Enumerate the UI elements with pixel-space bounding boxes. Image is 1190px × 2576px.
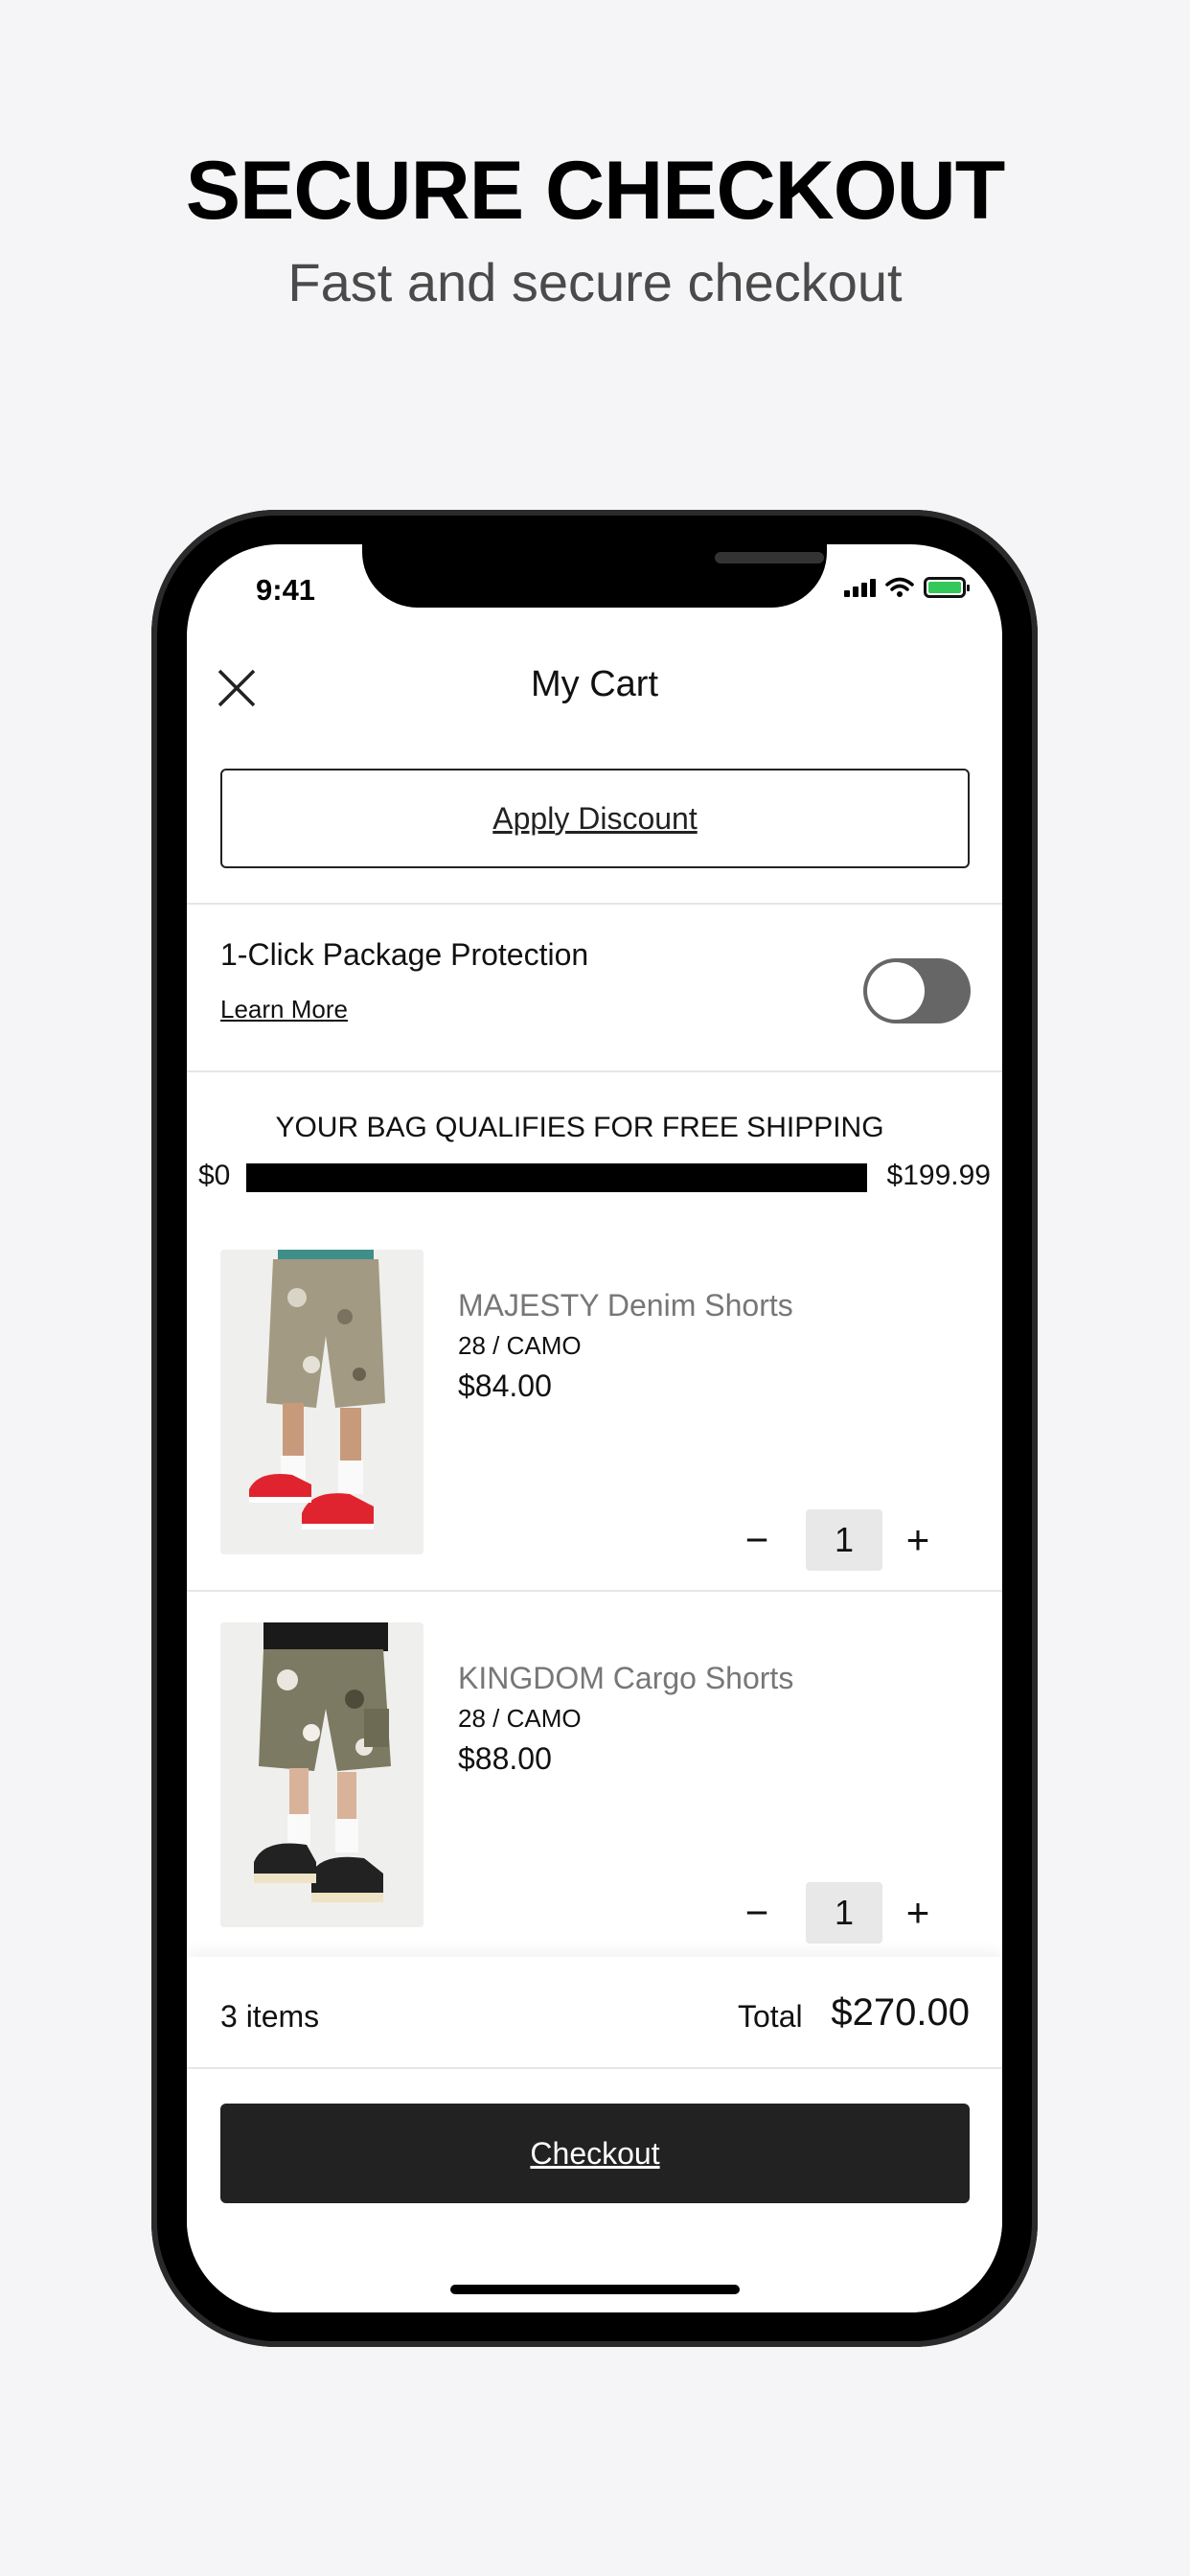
checkout-button[interactable]: Checkout	[220, 2104, 970, 2203]
items-count: 3 items	[220, 1999, 320, 2034]
item-variant: 28 / CAMO	[458, 1704, 582, 1733]
divider	[187, 903, 1002, 905]
toggle-knob	[867, 962, 925, 1020]
quantity-increase-button[interactable]: +	[894, 1516, 942, 1564]
wifi-icon	[885, 577, 914, 597]
shipping-progress-fill	[246, 1163, 867, 1192]
quantity-decrease-button[interactable]: −	[733, 1889, 781, 1937]
divider	[187, 1590, 1002, 1592]
hero-subtitle: Fast and secure checkout	[287, 252, 903, 312]
free-shipping-message: YOUR BAG QUALIFIES FOR FREE SHIPPING	[275, 1112, 884, 1143]
shipping-progress-bar	[246, 1163, 867, 1192]
phone-screen: 9:41 My Cart Apply Discount 1-Click Pack…	[187, 544, 1002, 2312]
product-image-kingdom-shorts[interactable]	[220, 1622, 423, 1927]
notch	[362, 544, 827, 608]
quantity-value: 1	[806, 1882, 882, 1944]
shipping-max-label: $199.99	[886, 1160, 991, 1191]
page-title: My Cart	[531, 664, 658, 704]
total-amount: $270.00	[831, 1991, 970, 2034]
hero-title: SECURE CHECKOUT	[185, 145, 1006, 237]
divider	[187, 2067, 1002, 2069]
quantity-increase-button[interactable]: +	[894, 1889, 942, 1937]
item-variant: 28 / CAMO	[458, 1331, 582, 1360]
total-label: Total	[738, 1999, 803, 2034]
item-price: $84.00	[458, 1368, 552, 1403]
item-name[interactable]: KINGDOM Cargo Shorts	[458, 1661, 793, 1696]
battery-icon	[924, 577, 970, 598]
shipping-min-label: $0	[198, 1160, 231, 1191]
divider	[187, 1070, 1002, 1072]
learn-more-link[interactable]: Learn More	[220, 995, 348, 1024]
apply-discount-button[interactable]: Apply Discount	[220, 769, 970, 868]
quantity-decrease-button[interactable]: −	[733, 1516, 781, 1564]
item-name[interactable]: MAJESTY Denim Shorts	[458, 1288, 793, 1323]
status-icons	[844, 577, 970, 598]
package-protection-title: 1-Click Package Protection	[220, 937, 589, 972]
status-time: 9:41	[256, 573, 316, 607]
package-protection-toggle[interactable]	[863, 958, 971, 1024]
cart-summary: 3 items Total $270.00 Checkout	[187, 1957, 1002, 2312]
home-indicator	[450, 2285, 740, 2294]
signal-icon	[844, 578, 876, 597]
speaker-grille	[715, 552, 824, 564]
item-price: $88.00	[458, 1741, 552, 1776]
product-image-majesty-shorts[interactable]	[220, 1250, 423, 1554]
phone-frame: 9:41 My Cart Apply Discount 1-Click Pack…	[151, 510, 1038, 2347]
quantity-value: 1	[806, 1509, 882, 1571]
